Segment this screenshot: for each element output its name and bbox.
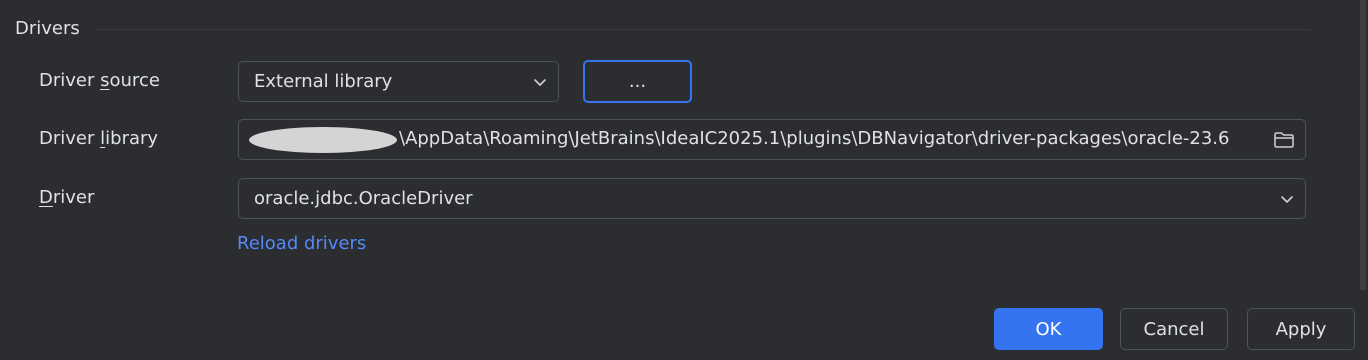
- driver-library-path-field[interactable]: \AppData\Roaming\JetBrains\IdeaIC2025.1\…: [238, 119, 1306, 160]
- folder-icon[interactable]: [1273, 130, 1295, 150]
- chevron-down-icon: [1281, 195, 1293, 203]
- driver-source-label: Driver source: [39, 70, 160, 91]
- redacted-path-segment: [249, 127, 397, 153]
- vertical-scrollbar[interactable]: [1358, 0, 1368, 292]
- driver-value: oracle.jdbc.OracleDriver: [254, 188, 473, 209]
- driver-library-path-text[interactable]: \AppData\Roaming\JetBrains\IdeaIC2025.1\…: [399, 128, 1229, 149]
- driver-combo[interactable]: oracle.jdbc.OracleDriver: [238, 178, 1306, 219]
- browse-driver-source-button[interactable]: ...: [583, 60, 692, 103]
- section-title: Drivers: [15, 18, 80, 39]
- section-divider: [96, 29, 1311, 30]
- ok-button[interactable]: OK: [994, 308, 1103, 350]
- settings-dialog: Drivers Driver source External library .…: [0, 0, 1368, 360]
- chevron-down-icon: [534, 78, 546, 86]
- driver-source-value: External library: [254, 71, 393, 92]
- driver-label: Driver: [39, 187, 95, 208]
- driver-source-combo[interactable]: External library: [238, 61, 559, 102]
- scrollbar-thumb[interactable]: [1360, 0, 1366, 290]
- reload-drivers-link[interactable]: Reload drivers: [237, 233, 366, 254]
- apply-button[interactable]: Apply: [1247, 308, 1355, 350]
- driver-library-label: Driver library: [39, 128, 159, 149]
- drivers-panel: Drivers Driver source External library .…: [0, 0, 1358, 292]
- cancel-button[interactable]: Cancel: [1120, 308, 1228, 350]
